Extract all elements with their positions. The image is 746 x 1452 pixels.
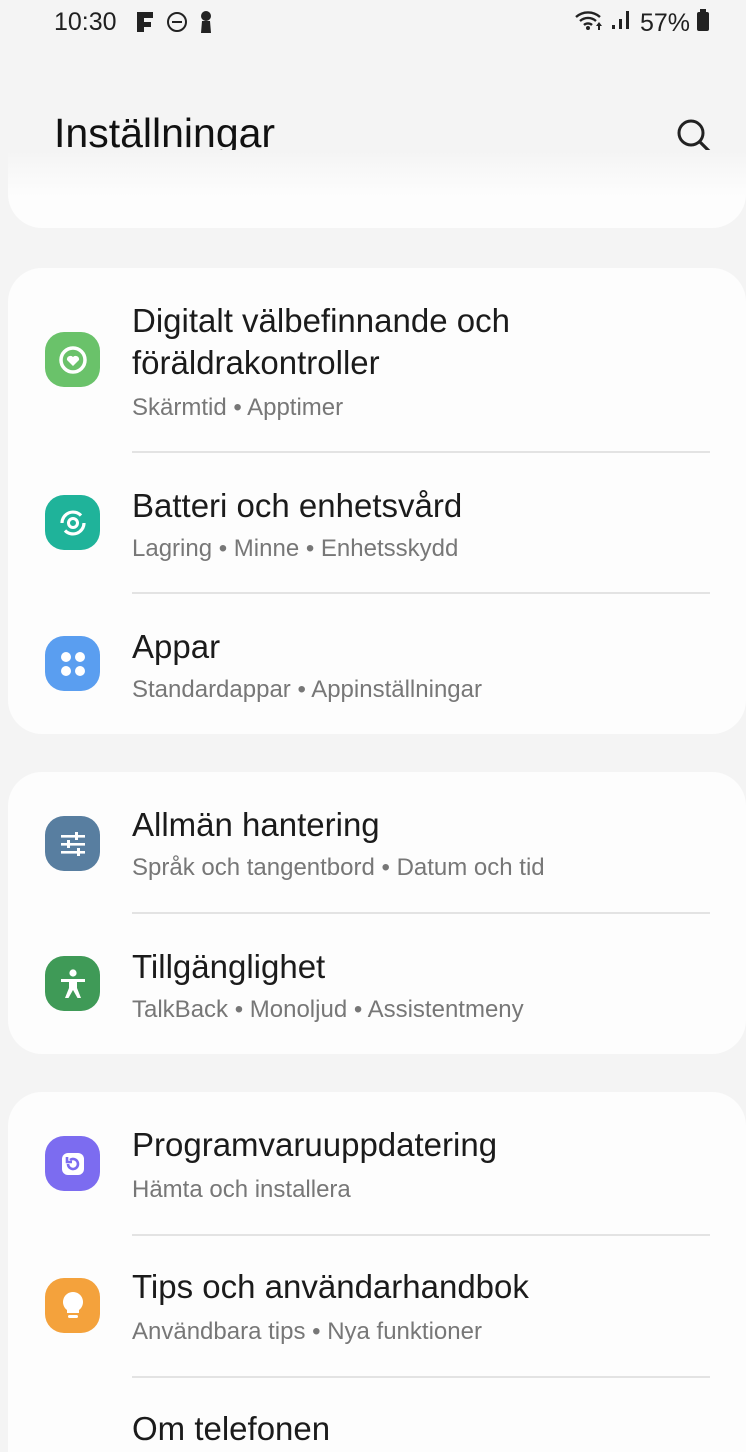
setting-software-update[interactable]: Programvaruuppdatering Hämta och install… — [8, 1092, 746, 1234]
setting-title: Tillgänglighet — [132, 948, 326, 985]
device-care-icon — [45, 495, 100, 550]
notification-app-icon — [134, 10, 156, 39]
accessibility-icon — [45, 956, 100, 1011]
setting-title: Appar — [132, 628, 221, 665]
setting-about-phone[interactable]: Om telefonen — [8, 1378, 746, 1447]
setting-title: Digitalt välbefinnande och — [132, 302, 510, 339]
setting-general-management[interactable]: Allmän hantering Språk och tangentbord •… — [8, 772, 746, 912]
setting-subtitle: Lagring • Minne • Enhetsskydd — [132, 535, 459, 562]
setting-tips-manual[interactable]: Tips och användarhandbok Användbara tips… — [8, 1236, 746, 1376]
setting-title: Allmän hantering — [132, 806, 380, 843]
setting-accessibility[interactable]: Tillgänglighet TalkBack • Monoljud • Ass… — [8, 914, 746, 1054]
setting-title: Tips och användarhandbok — [132, 1268, 529, 1305]
settings-group-3: Programvaruuppdatering Hämta och install… — [8, 1092, 746, 1452]
setting-subtitle: Användbara tips • Nya funktioner — [132, 1318, 482, 1345]
do-not-disturb-icon — [166, 11, 188, 38]
status-time: 10:30 — [54, 8, 117, 36]
battery-percent: 57% — [639, 9, 690, 37]
person-icon — [198, 10, 214, 39]
setting-subtitle: Språk och tangentbord • Datum och tid — [132, 854, 545, 881]
settings-group-1: Digitalt välbefinnande och föräldrakontr… — [8, 268, 746, 734]
system-status: 57% — [574, 8, 710, 39]
signal-icon — [610, 9, 634, 38]
status-bar: 10:30 57% — [0, 0, 746, 50]
battery-icon — [696, 8, 710, 39]
setting-subtitle: Skärmtid • Apptimer — [132, 394, 344, 421]
general-management-icon — [45, 816, 100, 871]
setting-title: Om telefonen — [132, 1410, 331, 1447]
wellbeing-icon — [45, 332, 100, 387]
setting-subtitle: Standardappar • Appinställningar — [132, 676, 482, 703]
notification-icons — [134, 10, 214, 39]
setting-title-line2: föräldrakontroller — [132, 344, 380, 381]
scrolled-card-bottom — [8, 150, 746, 228]
setting-subtitle: TalkBack • Monoljud • Assistentmeny — [132, 996, 524, 1023]
setting-subtitle: Hämta och installera — [132, 1176, 351, 1203]
setting-digital-wellbeing[interactable]: Digitalt välbefinnande och föräldrakontr… — [8, 268, 746, 448]
wifi-icon — [574, 9, 604, 38]
settings-group-2: Allmän hantering Språk och tangentbord •… — [8, 772, 746, 1054]
tips-icon — [45, 1278, 100, 1333]
setting-battery-device-care[interactable]: Batteri och enhetsvård Lagring • Minne •… — [8, 453, 746, 593]
apps-icon — [45, 636, 100, 691]
setting-apps[interactable]: Appar Standardappar • Appinställningar — [8, 594, 746, 734]
software-update-icon — [45, 1136, 100, 1191]
setting-title: Batteri och enhetsvård — [132, 487, 463, 524]
setting-title: Programvaruuppdatering — [132, 1126, 498, 1163]
